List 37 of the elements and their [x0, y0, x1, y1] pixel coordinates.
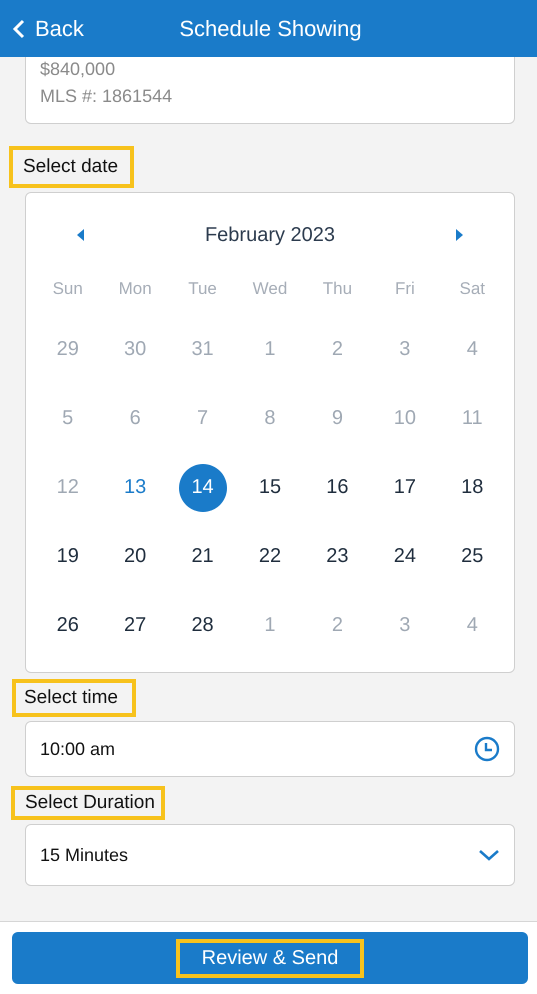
duration-dropdown[interactable]: 15 Minutes	[25, 824, 515, 886]
weekday-label: Tue	[187, 278, 218, 300]
clock-icon	[474, 736, 500, 762]
calendar-day[interactable]: 26	[44, 602, 92, 650]
calendar-day[interactable]: 18	[448, 464, 496, 512]
weekday-label: Sun	[52, 278, 84, 300]
section-label: Select time	[24, 687, 118, 708]
calendar-day[interactable]: 13	[111, 464, 160, 512]
calendar-day[interactable]: 16	[313, 464, 362, 512]
calendar-day[interactable]: 20	[111, 532, 160, 580]
calendar-day[interactable]: 28	[178, 602, 227, 650]
mls-number: MLS #: 1861544	[40, 86, 174, 107]
listing-price: $840,000	[40, 59, 116, 80]
calendar-day[interactable]: 27	[111, 602, 160, 650]
calendar-day[interactable]: 21	[178, 532, 227, 580]
back-chevron-icon	[12, 18, 25, 38]
weekday-label: Thu	[322, 278, 354, 300]
weekday-label: Fri	[394, 278, 416, 300]
calendar-day[interactable]: 17	[380, 464, 429, 512]
weekday-label: Sat	[458, 278, 486, 300]
calendar-day[interactable]: 19	[44, 532, 92, 580]
calendar-day[interactable]: 14	[178, 464, 227, 512]
screen-title: Schedule Showing	[179, 16, 362, 40]
time-field[interactable]: 10:00 am	[25, 721, 515, 777]
weekday-label: Wed	[252, 278, 288, 300]
calendar-day[interactable]: 22	[246, 532, 294, 580]
calendar-day[interactable]: 15	[246, 464, 294, 512]
back-button[interactable]: Back	[0, 16, 84, 42]
weekday-label: Mon	[118, 278, 153, 300]
review-send-button[interactable]: Review & Send	[12, 932, 528, 984]
section-label: Select date	[23, 156, 118, 177]
section-label: Select Duration	[25, 792, 155, 813]
calendar-day[interactable]: 25	[448, 532, 496, 580]
chevron-down-icon	[478, 848, 500, 862]
month-title: February 2023	[204, 224, 336, 246]
calendar-day[interactable]: 23	[313, 532, 362, 580]
calendar-day[interactable]: 24	[380, 532, 429, 580]
